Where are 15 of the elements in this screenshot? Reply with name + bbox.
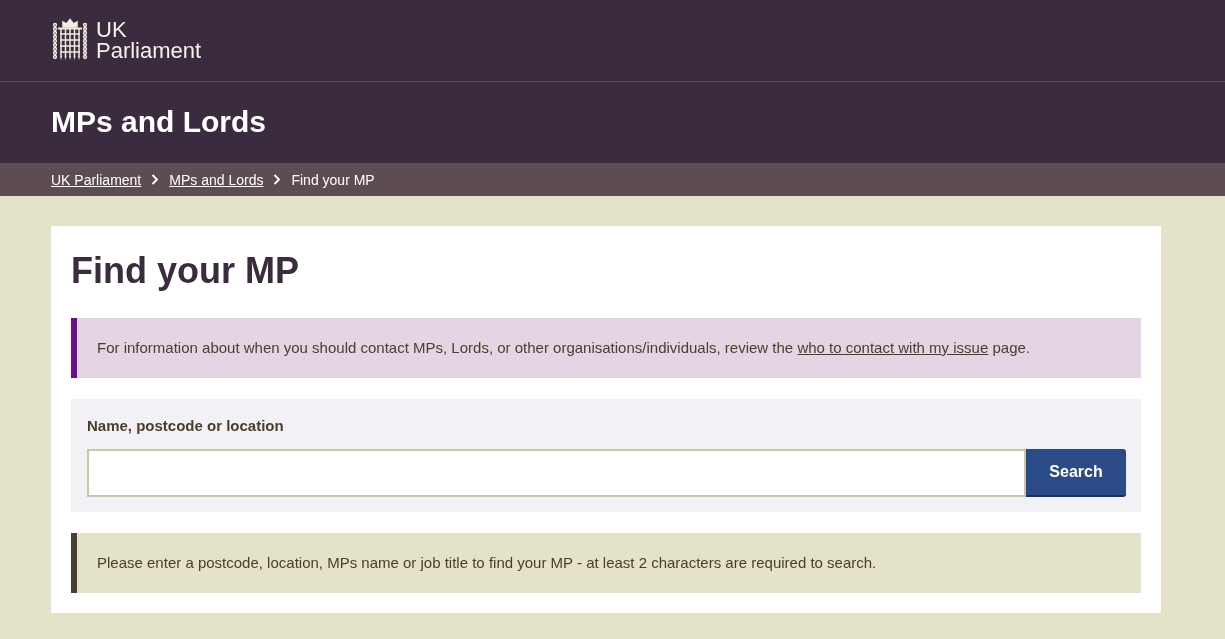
hint-text: Please enter a postcode, location, MPs name or job title to find your MP - at least 2 characters are required to search.: [97, 553, 878, 573]
breadcrumb-current: Find your MP: [291, 170, 375, 189]
breadcrumb-link[interactable]: UK Parliament: [51, 170, 142, 189]
search-field[interactable]: [87, 449, 1026, 497]
breadcrumb-link[interactable]: MPs and Lords: [169, 170, 264, 189]
search-label: Name, postcode or location: [87, 416, 285, 436]
section-title: MPs and Lords: [51, 104, 268, 140]
logo-text[interactable]: UK Parliament: [96, 19, 216, 61]
chevron-icon: [273, 174, 282, 185]
page-heading: Find your MP: [71, 249, 300, 293]
portcullis-logo-icon: [52, 17, 88, 61]
search-button[interactable]: Search: [1026, 449, 1126, 497]
chevron-icon: [151, 174, 160, 185]
issue-link[interactable]: who to contact with my issue: [797, 339, 989, 356]
info-text: For information about when you should contact MPs, Lords, or other organisations/individuals, review the who to contact with my issue page.: [97, 338, 1031, 358]
